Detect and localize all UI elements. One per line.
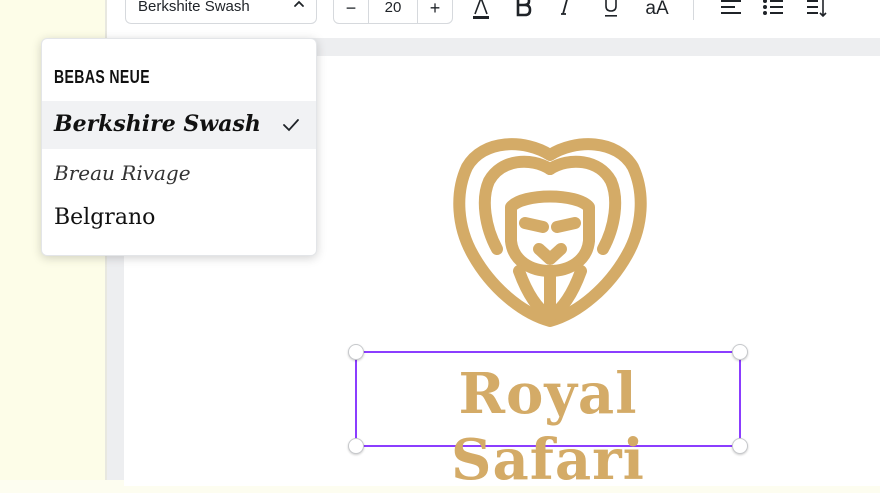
align-left-icon[interactable] bbox=[719, 0, 743, 20]
resize-handle-top-right[interactable] bbox=[732, 344, 748, 360]
spacing-icon[interactable] bbox=[805, 0, 829, 20]
font-family-value: Berkshite Swash bbox=[138, 0, 250, 15]
font-size-value[interactable]: 20 bbox=[368, 0, 418, 16]
italic-icon[interactable] bbox=[553, 0, 577, 20]
font-option-label: Berkshire Swash bbox=[54, 111, 261, 137]
chevron-up-icon bbox=[294, 0, 304, 7]
underline-icon[interactable] bbox=[599, 0, 623, 20]
font-option-breau-rivage[interactable]: Breau Rivage bbox=[42, 151, 316, 195]
letter-case-button[interactable]: aA bbox=[641, 0, 673, 19]
font-option-bebas-neue[interactable]: BEBAS NEUE bbox=[42, 59, 316, 99]
text-toolbar: Berkshite Swash − 20 + aA bbox=[107, 0, 880, 39]
checkmark-icon bbox=[283, 119, 299, 132]
font-option-label: Belgrano bbox=[54, 205, 156, 230]
resize-handle-bottom-left[interactable] bbox=[348, 438, 364, 454]
selected-text-box[interactable]: Royal Safari bbox=[348, 344, 748, 493]
bold-icon[interactable] bbox=[511, 0, 535, 20]
increase-font-size-button[interactable]: + bbox=[417, 0, 452, 23]
logo-title-text[interactable]: Royal Safari bbox=[357, 361, 739, 493]
font-option-belgrano[interactable]: Belgrano bbox=[42, 197, 316, 241]
lion-head-icon[interactable] bbox=[453, 137, 647, 327]
font-option-berkshire-swash[interactable]: Berkshire Swash bbox=[42, 101, 316, 149]
font-size-stepper: − 20 + bbox=[333, 0, 453, 24]
text-color-icon[interactable] bbox=[469, 0, 493, 20]
toolbar-divider bbox=[693, 0, 694, 20]
font-family-select[interactable]: Berkshite Swash bbox=[125, 0, 317, 24]
font-dropdown: BEBAS NEUE Berkshire Swash Breau Rivage … bbox=[41, 38, 317, 256]
resize-handle-bottom-right[interactable] bbox=[732, 438, 748, 454]
decrease-font-size-button[interactable]: − bbox=[334, 0, 369, 23]
font-option-label: BEBAS NEUE bbox=[54, 67, 150, 87]
resize-handle-top-left[interactable] bbox=[348, 344, 364, 360]
font-option-label: Breau Rivage bbox=[54, 161, 191, 185]
list-icon[interactable] bbox=[761, 0, 785, 20]
